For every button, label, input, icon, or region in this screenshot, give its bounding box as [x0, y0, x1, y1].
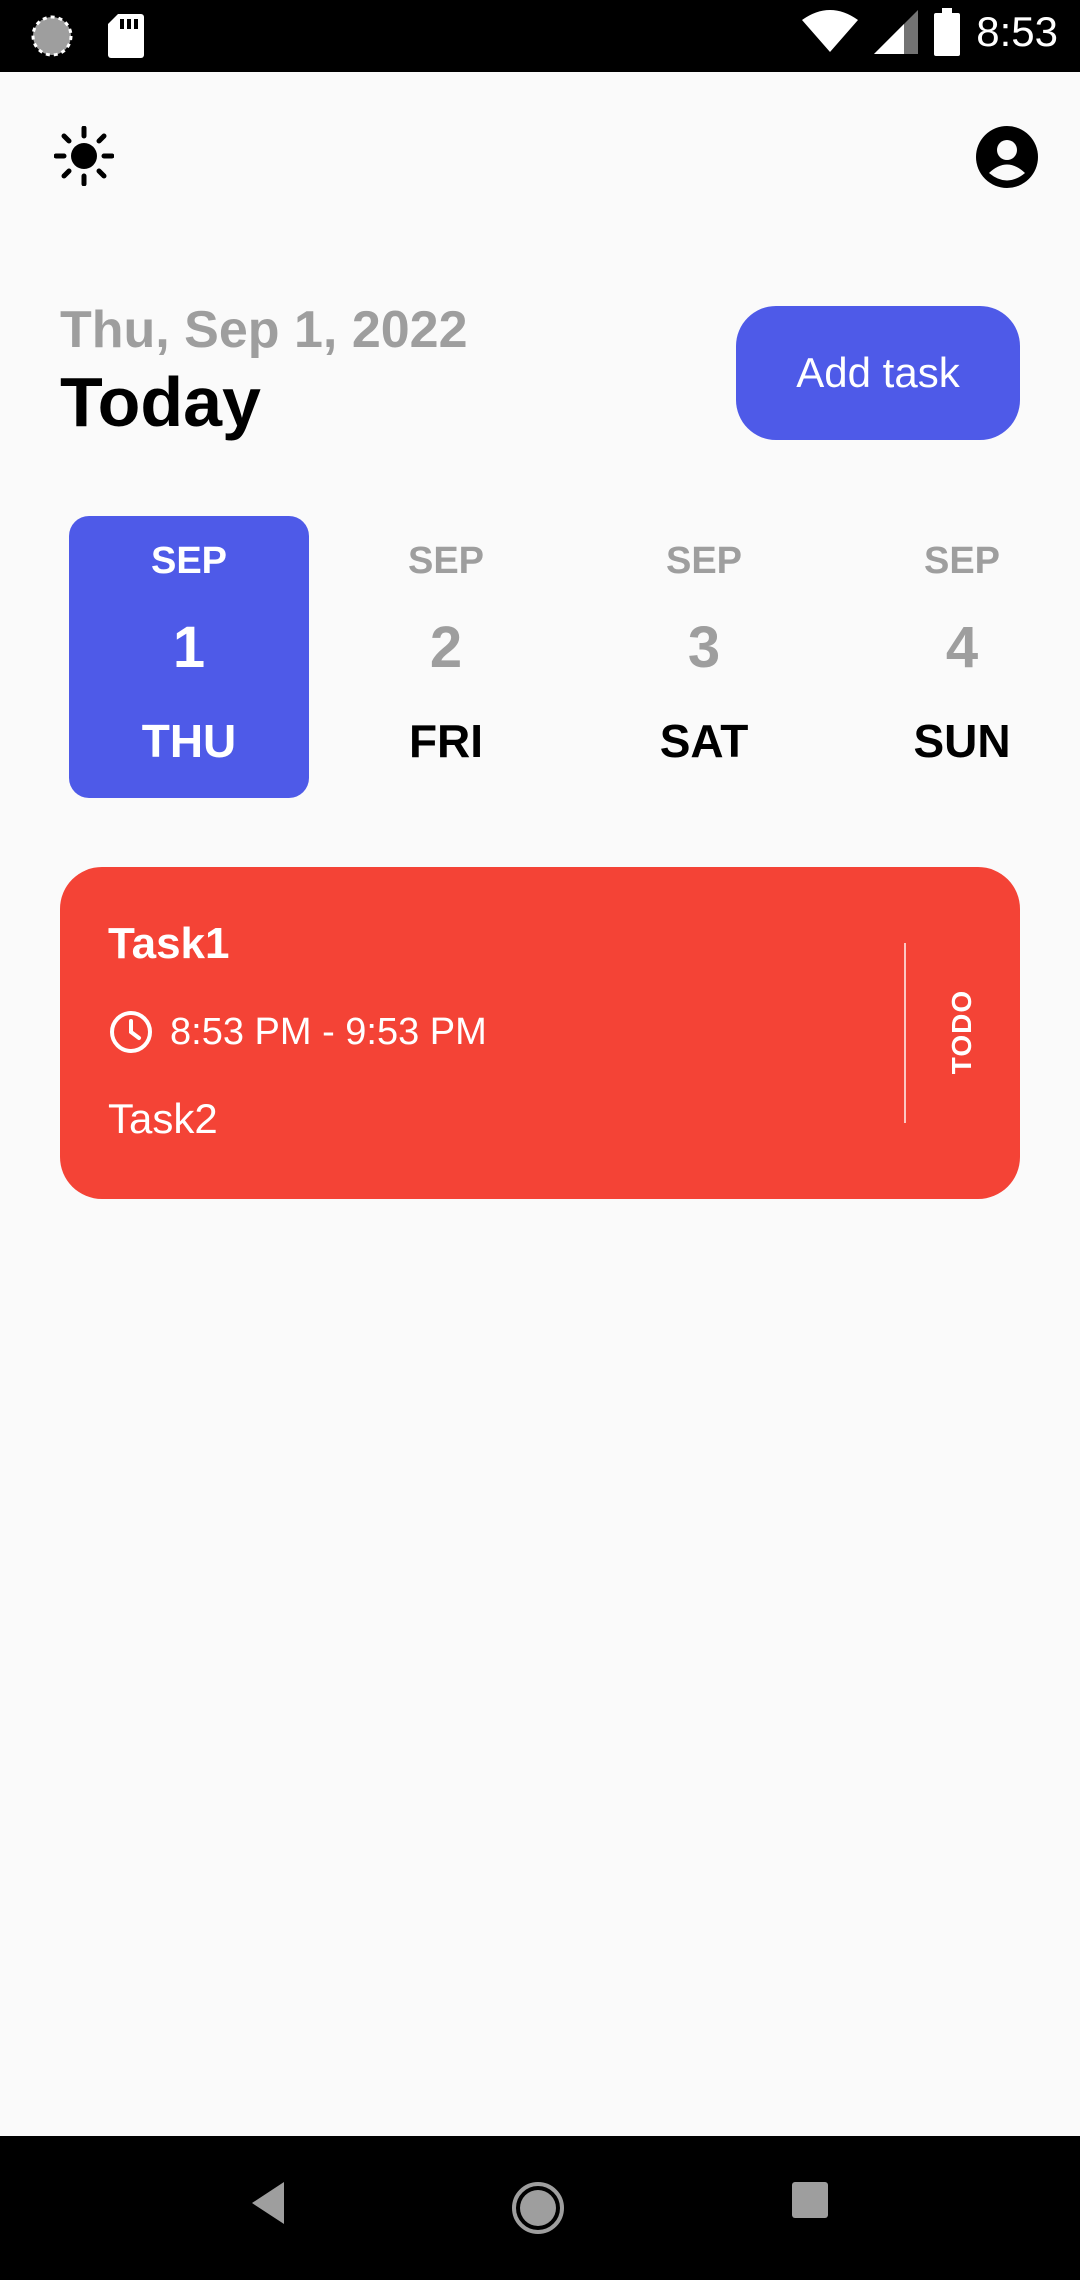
date-weekday: FRI [408, 715, 484, 767]
date-item-sep-2[interactable]: SEP 2 FRI [326, 516, 566, 798]
date-month: SEP [665, 540, 743, 582]
navigation-bar [0, 2136, 1080, 2280]
recents-icon [792, 2182, 828, 2218]
status-right-icons: 8:53 [802, 8, 1058, 56]
sd-card-icon [108, 14, 144, 58]
profile-button[interactable] [976, 126, 1038, 188]
clock-icon [110, 1011, 152, 1053]
page-title: Today [60, 363, 261, 441]
task-card[interactable]: Task1 8:53 PM - 9:53 PM Task2 TODO [60, 867, 1020, 1199]
task-time-row: 8:53 PM - 9:53 PM [108, 1009, 487, 1055]
back-icon [252, 2182, 284, 2224]
recents-button[interactable] [790, 2180, 830, 2225]
home-button[interactable] [510, 2180, 566, 2241]
status-left-icons [30, 14, 144, 58]
back-button[interactable] [248, 2180, 288, 2231]
task-divider [904, 943, 906, 1123]
loading-icon [31, 15, 73, 57]
date-item-sep-4[interactable]: SEP 4 SUN [842, 516, 1080, 798]
status-time: 8:53 [976, 8, 1058, 55]
task-note: Task2 [108, 1095, 218, 1142]
task-status: TODO [912, 947, 1012, 1117]
task-title: Task1 [108, 919, 230, 968]
date-item-sep-1[interactable]: SEP 1 THU [69, 516, 309, 798]
current-date: Thu, Sep 1, 2022 [60, 301, 468, 359]
theme-toggle-button[interactable] [53, 125, 115, 187]
status-bar: 8:53 [0, 0, 1080, 72]
date-weekday: SUN [913, 715, 1011, 767]
task-status-label: TODO [945, 989, 977, 1075]
date-weekday: SAT [659, 715, 749, 767]
add-task-button[interactable]: Add task [736, 306, 1020, 440]
wifi-icon [802, 10, 859, 52]
date-month: SEP [150, 540, 228, 582]
date-weekday: THU [141, 715, 237, 767]
sun-icon [53, 125, 115, 187]
date-day: 3 [687, 615, 721, 680]
task-time: 8:53 PM - 9:53 PM [170, 1010, 487, 1053]
signal-icon [874, 10, 919, 54]
date-month: SEP [407, 540, 485, 582]
account-circle-icon [976, 126, 1038, 188]
battery-icon [934, 8, 961, 56]
date-month: SEP [923, 540, 1001, 582]
date-day: 1 [172, 615, 206, 680]
date-item-sep-3[interactable]: SEP 3 SAT [584, 516, 824, 798]
date-day: 2 [429, 615, 463, 680]
home-icon [512, 2182, 564, 2234]
date-day: 4 [945, 615, 979, 680]
